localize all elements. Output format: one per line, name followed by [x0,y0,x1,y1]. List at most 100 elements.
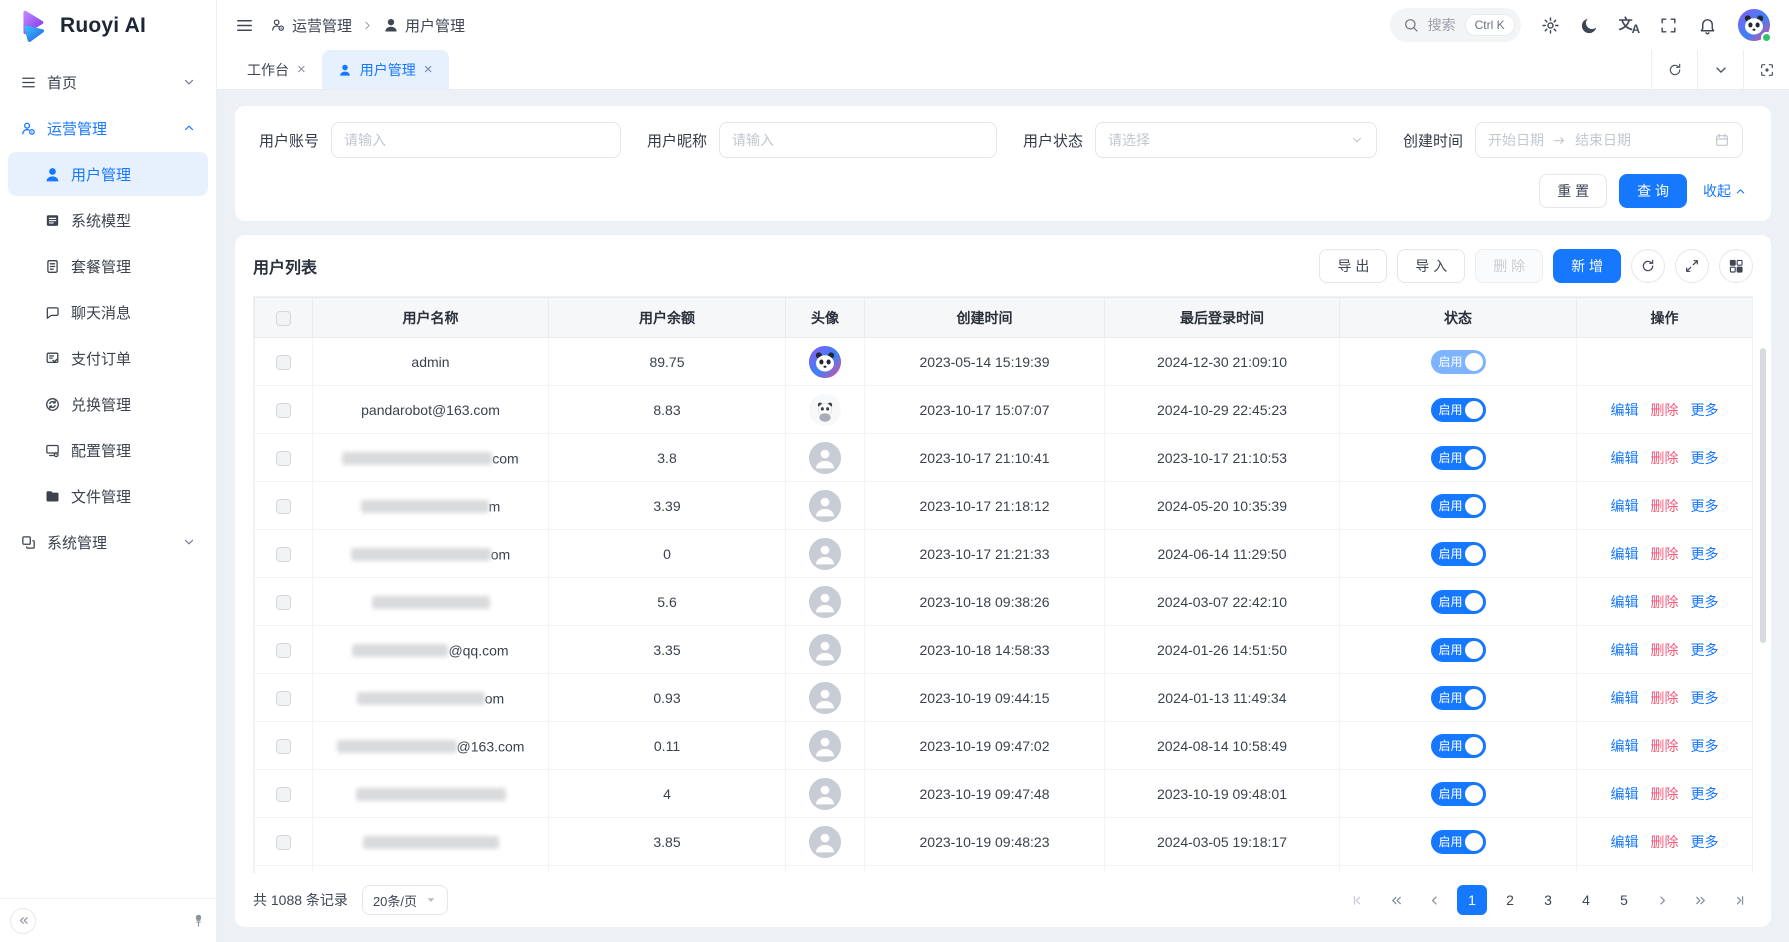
status-toggle[interactable]: 启用 [1431,638,1486,662]
last-page-button[interactable] [1723,885,1753,915]
breadcrumb-item-1[interactable]: 用户管理 [383,15,465,36]
sidebar-item-10[interactable]: 系统管理 [8,520,208,564]
select-all-checkbox[interactable] [276,311,291,326]
delete-link[interactable]: 删除 [1651,642,1679,658]
page-button-4[interactable]: 4 [1571,885,1601,915]
first-page-button[interactable] [1343,885,1373,915]
next-page-button[interactable] [1647,885,1677,915]
delete-link[interactable]: 删除 [1651,546,1679,562]
refresh-page-button[interactable] [1651,50,1697,89]
row-checkbox[interactable] [276,739,291,754]
sidebar-item-4[interactable]: 套餐管理 [8,244,208,288]
row-checkbox[interactable] [276,355,291,370]
delete-button[interactable]: 删 除 [1475,249,1543,283]
column-settings-button[interactable] [1719,249,1753,283]
status-toggle[interactable]: 启用 [1431,734,1486,758]
row-checkbox[interactable] [276,691,291,706]
sidebar-item-5[interactable]: 聊天消息 [8,290,208,334]
row-checkbox[interactable] [276,547,291,562]
sidebar-item-1[interactable]: 运营管理 [8,106,208,150]
edit-link[interactable]: 编辑 [1611,498,1639,514]
table-fullscreen-button[interactable] [1675,249,1709,283]
page-button-5[interactable]: 5 [1609,885,1639,915]
tab-0[interactable]: 工作台× [231,50,322,89]
edit-link[interactable]: 编辑 [1611,690,1639,706]
fullscreen-icon[interactable] [1659,16,1678,35]
row-checkbox[interactable] [276,451,291,466]
delete-link[interactable]: 删除 [1651,450,1679,466]
tab-close-icon[interactable]: × [297,62,306,77]
more-link[interactable]: 更多 [1691,834,1719,850]
status-select[interactable]: 请选择 [1095,122,1377,158]
collapse-filter-link[interactable]: 收起 [1703,181,1747,201]
import-button[interactable]: 导 入 [1397,249,1465,283]
more-link[interactable]: 更多 [1691,642,1719,658]
delete-link[interactable]: 删除 [1651,738,1679,754]
sidebar-collapse-button[interactable] [10,908,36,934]
page-size-select[interactable]: 20条/页 [362,885,448,915]
date-range-picker[interactable]: 开始日期 结束日期 [1475,122,1743,158]
edit-link[interactable]: 编辑 [1611,834,1639,850]
query-button[interactable]: 查 询 [1619,174,1687,208]
tab-menu-button[interactable] [1697,50,1743,89]
tab-close-icon[interactable]: × [424,62,433,77]
row-checkbox[interactable] [276,595,291,610]
table-scrollbar[interactable] [1760,348,1766,643]
row-checkbox[interactable] [276,499,291,514]
more-link[interactable]: 更多 [1691,738,1719,754]
prev-fast-button[interactable] [1381,885,1411,915]
row-checkbox[interactable] [276,787,291,802]
more-link[interactable]: 更多 [1691,690,1719,706]
status-toggle[interactable]: 启用 [1431,830,1486,854]
nickname-input[interactable] [719,122,997,158]
row-checkbox[interactable] [276,403,291,418]
content-fullscreen-button[interactable] [1743,50,1789,89]
edit-link[interactable]: 编辑 [1611,594,1639,610]
settings-icon[interactable] [1541,16,1560,35]
edit-link[interactable]: 编辑 [1611,738,1639,754]
status-toggle[interactable]: 启用 [1431,446,1486,470]
delete-link[interactable]: 删除 [1651,594,1679,610]
menu-toggle-icon[interactable] [235,16,254,35]
sidebar-item-6[interactable]: 支付订单 [8,336,208,380]
edit-link[interactable]: 编辑 [1611,450,1639,466]
more-link[interactable]: 更多 [1691,450,1719,466]
tab-1[interactable]: 用户管理× [322,50,449,89]
sidebar-item-0[interactable]: 首页 [8,60,208,104]
export-button[interactable]: 导 出 [1319,249,1387,283]
delete-link[interactable]: 删除 [1651,834,1679,850]
more-link[interactable]: 更多 [1691,402,1719,418]
sidebar-item-3[interactable]: 系统模型 [8,198,208,242]
sidebar-item-7[interactable]: 兑换管理 [8,382,208,426]
status-toggle[interactable]: 启用 [1431,350,1486,374]
user-avatar[interactable] [1737,8,1771,42]
row-checkbox[interactable] [276,835,291,850]
page-button-1[interactable]: 1 [1457,885,1487,915]
notifications-icon[interactable] [1698,16,1717,35]
row-checkbox[interactable] [276,643,291,658]
edit-link[interactable]: 编辑 [1611,402,1639,418]
more-link[interactable]: 更多 [1691,498,1719,514]
add-button[interactable]: 新 增 [1553,249,1621,283]
page-button-2[interactable]: 2 [1495,885,1525,915]
breadcrumb-item-0[interactable]: 运营管理 [270,15,352,36]
status-toggle[interactable]: 启用 [1431,398,1486,422]
status-toggle[interactable]: 启用 [1431,686,1486,710]
global-search[interactable]: 搜索 Ctrl K [1390,8,1521,42]
edit-link[interactable]: 编辑 [1611,546,1639,562]
sidebar-item-9[interactable]: 文件管理 [8,474,208,518]
prev-page-button[interactable] [1419,885,1449,915]
dark-mode-icon[interactable] [1580,16,1599,35]
next-fast-button[interactable] [1685,885,1715,915]
sidebar-item-8[interactable]: 配置管理 [8,428,208,472]
more-link[interactable]: 更多 [1691,546,1719,562]
page-button-3[interactable]: 3 [1533,885,1563,915]
delete-link[interactable]: 删除 [1651,402,1679,418]
delete-link[interactable]: 删除 [1651,498,1679,514]
more-link[interactable]: 更多 [1691,594,1719,610]
edit-link[interactable]: 编辑 [1611,642,1639,658]
more-link[interactable]: 更多 [1691,786,1719,802]
delete-link[interactable]: 删除 [1651,690,1679,706]
logo[interactable]: Ruoyi AI [0,0,216,52]
edit-link[interactable]: 编辑 [1611,786,1639,802]
